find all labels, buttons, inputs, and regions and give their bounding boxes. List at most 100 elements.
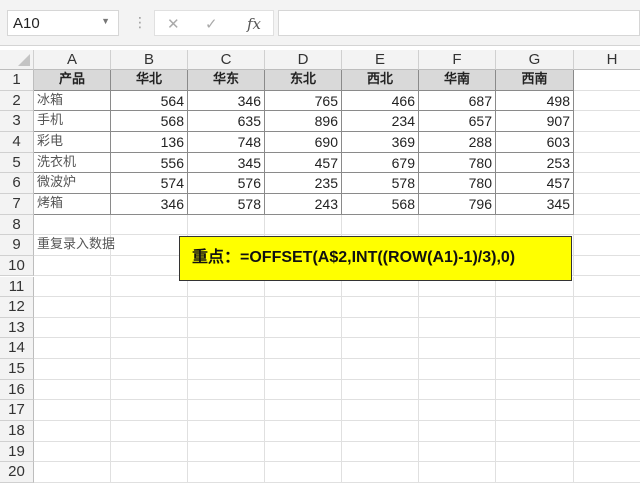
cell-B15[interactable] (111, 359, 188, 380)
cell-F15[interactable] (419, 359, 496, 380)
cell-E18[interactable] (342, 421, 419, 442)
cell-B17[interactable] (111, 400, 188, 422)
cell-C13[interactable] (188, 317, 265, 339)
cell-C16[interactable] (188, 379, 265, 401)
cell-E2[interactable]: 466 (342, 90, 419, 112)
cell-D3[interactable]: 896 (265, 111, 342, 132)
cell-G6[interactable]: 457 (496, 173, 574, 194)
cell-C17[interactable] (188, 400, 265, 422)
cell-G5[interactable]: 253 (496, 152, 574, 174)
cell-A3[interactable]: 手机 (34, 111, 111, 132)
cell-D16[interactable] (265, 379, 342, 401)
cell-F17[interactable] (419, 400, 496, 422)
cell-G4[interactable]: 603 (496, 131, 574, 153)
cell-B10[interactable] (111, 255, 188, 277)
cell-F12[interactable] (419, 297, 496, 318)
cell-C5[interactable]: 345 (188, 152, 265, 174)
cell-G16[interactable] (496, 379, 574, 401)
cell-B16[interactable] (111, 379, 188, 401)
cell-B3[interactable]: 568 (111, 111, 188, 132)
row-header-11[interactable]: 11 (0, 276, 34, 298)
cell-G18[interactable] (496, 421, 574, 442)
cell-H2[interactable] (574, 91, 640, 112)
cell-E16[interactable] (342, 379, 419, 401)
cell-H3[interactable] (574, 111, 640, 132)
cell-E5[interactable]: 679 (342, 152, 419, 174)
cell-D5[interactable]: 457 (265, 152, 342, 174)
cell-C6[interactable]: 576 (188, 173, 265, 194)
insert-function-icon[interactable]: fx (247, 15, 261, 33)
cell-B5[interactable]: 556 (111, 152, 188, 174)
cell-B19[interactable] (111, 441, 188, 463)
cell-C7[interactable]: 578 (188, 193, 265, 215)
cell-C12[interactable] (188, 297, 265, 318)
cell-D17[interactable] (265, 400, 342, 422)
cell-F5[interactable]: 780 (419, 152, 496, 174)
drag-handle-icon[interactable]: ⋮ (133, 14, 147, 31)
cell-H7[interactable] (574, 194, 640, 215)
cell-C4[interactable]: 748 (188, 131, 265, 153)
cell-B12[interactable] (111, 297, 188, 318)
cell-G12[interactable] (496, 297, 574, 318)
cell-C3[interactable]: 635 (188, 111, 265, 132)
chevron-down-icon[interactable]: ▼ (101, 16, 110, 26)
cell-D13[interactable] (265, 317, 342, 339)
cell-D6[interactable]: 235 (265, 173, 342, 194)
cell-H4[interactable] (574, 132, 640, 153)
cell-D15[interactable] (265, 359, 342, 380)
cell-D12[interactable] (265, 297, 342, 318)
cell-E3[interactable]: 234 (342, 111, 419, 132)
cell-A16[interactable] (34, 379, 111, 401)
cell-G2[interactable]: 498 (496, 90, 574, 112)
enter-icon[interactable]: ✓ (205, 15, 218, 33)
cell-C18[interactable] (188, 421, 265, 442)
cell-A12[interactable] (34, 297, 111, 318)
cell-C8[interactable] (188, 214, 265, 236)
cell-H16[interactable] (574, 380, 640, 401)
row-header-5[interactable]: 5 (0, 152, 34, 174)
cell-B8[interactable] (111, 214, 188, 236)
row-header-17[interactable]: 17 (0, 400, 34, 422)
row-header-1[interactable]: 1 (0, 70, 34, 91)
cell-E14[interactable] (342, 338, 419, 360)
cell-B1[interactable]: 华北 (111, 70, 188, 91)
cell-F13[interactable] (419, 317, 496, 339)
cell-A6[interactable]: 微波炉 (34, 173, 111, 194)
row-header-6[interactable]: 6 (0, 173, 34, 194)
cell-A13[interactable] (34, 317, 111, 339)
cell-B6[interactable]: 574 (111, 173, 188, 194)
cell-D2[interactable]: 765 (265, 90, 342, 112)
cell-D4[interactable]: 690 (265, 131, 342, 153)
cell-A5[interactable]: 洗衣机 (34, 152, 111, 174)
cell-E1[interactable]: 西北 (342, 70, 419, 91)
cell-F19[interactable] (419, 441, 496, 463)
row-header-10[interactable]: 10 (0, 255, 34, 277)
cell-A11[interactable] (34, 276, 111, 298)
cell-C2[interactable]: 346 (188, 90, 265, 112)
cell-F1[interactable]: 华南 (419, 70, 496, 91)
cell-D7[interactable]: 243 (265, 193, 342, 215)
row-header-13[interactable]: 13 (0, 317, 34, 339)
cell-A15[interactable] (34, 359, 111, 380)
cell-D14[interactable] (265, 338, 342, 360)
cell-A4[interactable]: 彩电 (34, 131, 111, 153)
column-header-B[interactable]: B (111, 50, 188, 70)
cell-H18[interactable] (574, 421, 640, 442)
cell-G8[interactable] (496, 214, 574, 236)
cell-F2[interactable]: 687 (419, 90, 496, 112)
cell-A19[interactable] (34, 441, 111, 463)
cell-E6[interactable]: 578 (342, 173, 419, 194)
cell-E4[interactable]: 369 (342, 131, 419, 153)
cell-G17[interactable] (496, 400, 574, 422)
cell-E12[interactable] (342, 297, 419, 318)
row-header-15[interactable]: 15 (0, 359, 34, 380)
row-header-3[interactable]: 3 (0, 111, 34, 132)
cell-A7[interactable]: 烤箱 (34, 193, 111, 215)
cell-A10[interactable] (34, 255, 111, 277)
cell-B11[interactable] (111, 276, 188, 298)
cell-F14[interactable] (419, 338, 496, 360)
cell-F3[interactable]: 657 (419, 111, 496, 132)
cell-A14[interactable] (34, 338, 111, 360)
cell-H13[interactable] (574, 318, 640, 339)
cell-C14[interactable] (188, 338, 265, 360)
